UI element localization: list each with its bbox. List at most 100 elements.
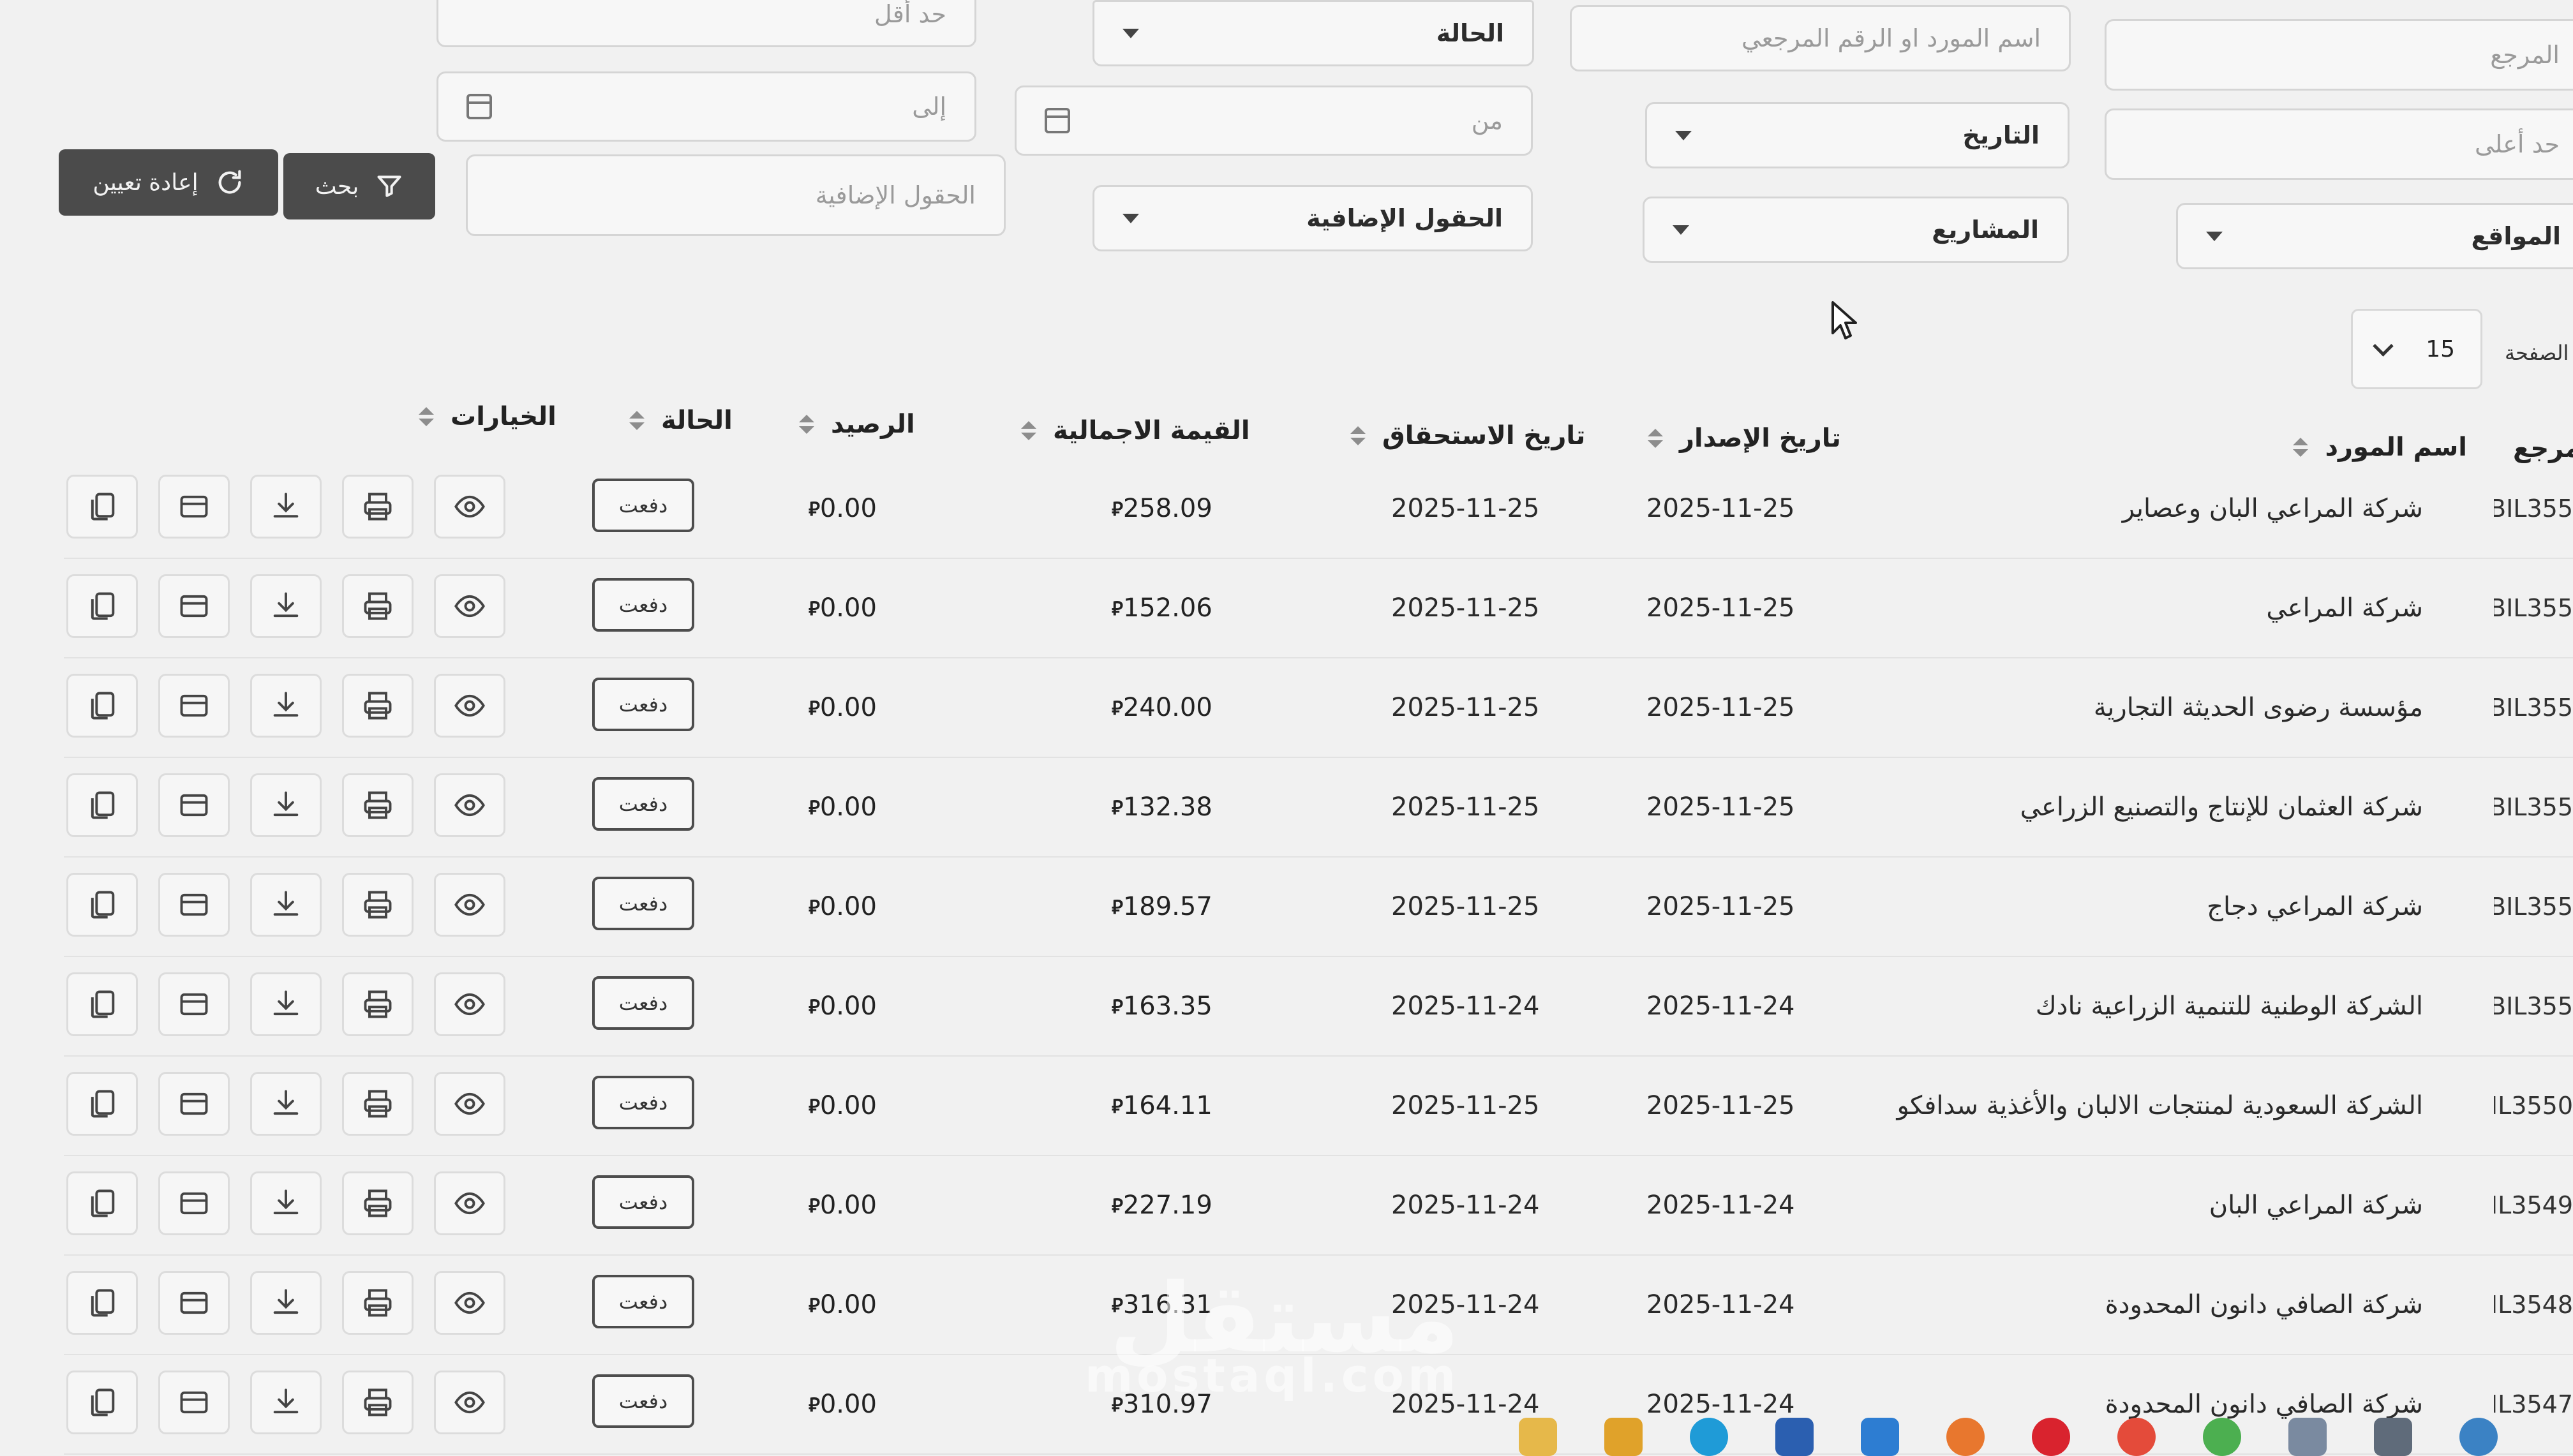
chrome-icon[interactable] (2117, 1418, 2156, 1456)
sort-icon[interactable] (1648, 429, 1663, 448)
download-button[interactable] (250, 1072, 322, 1136)
print-button[interactable] (342, 873, 414, 937)
payment-card-button[interactable] (158, 1072, 230, 1136)
view-button[interactable] (434, 972, 505, 1036)
view-button[interactable] (434, 574, 505, 638)
status-select[interactable]: الحالة (1093, 0, 1534, 66)
copy-button[interactable] (66, 1171, 138, 1235)
payment-card-button[interactable] (158, 1171, 230, 1235)
copy-button[interactable] (66, 1371, 138, 1434)
payment-card-button[interactable] (158, 873, 230, 937)
reference-filter-input[interactable]: المرجع (2105, 19, 2573, 91)
print-button[interactable] (342, 674, 414, 738)
reset-button[interactable]: إعادة تعيين (59, 149, 278, 216)
app-icon[interactable] (1604, 1418, 1643, 1456)
supplier-search-input[interactable]: اسم المورد او الرقم المرجعي (1570, 5, 2071, 71)
sort-icon[interactable] (419, 407, 434, 426)
sort-icon[interactable] (2293, 438, 2309, 457)
locations-select[interactable]: المواقع (2176, 203, 2573, 269)
copy-button[interactable] (66, 574, 138, 638)
header-issue-date[interactable]: تاريخ الإصدار (1648, 424, 1841, 453)
copy-button[interactable] (66, 1072, 138, 1136)
copy-button[interactable] (66, 1271, 138, 1335)
header-due-date[interactable]: تاريخ الاستحقاق (1350, 421, 1585, 450)
copy-button[interactable] (66, 475, 138, 539)
download-button[interactable] (250, 873, 322, 937)
download-button[interactable] (250, 972, 322, 1036)
payment-card-button[interactable] (158, 773, 230, 837)
date-select[interactable]: التاريخ (1645, 102, 2070, 168)
table-row[interactable]: BIL355 مؤسسة رضوى الحديثة التجارية 2025-11… (0, 660, 2573, 758)
calendar-icon[interactable] (1045, 108, 1070, 133)
edge-icon[interactable] (1690, 1418, 1728, 1456)
projects-select[interactable]: المشاريع (1643, 197, 2069, 263)
sort-icon[interactable] (799, 415, 814, 434)
table-row[interactable]: BIL355 شركة المراعي 2025-11-25 2025-11-25 ⃁ 1… (0, 560, 2573, 658)
download-button[interactable] (250, 475, 322, 539)
calendar-icon[interactable] (466, 94, 492, 119)
table-row[interactable]: BIL355 شركة المراعي دجاج 2025-11-25 2025-11… (0, 859, 2573, 957)
print-button[interactable] (342, 1072, 414, 1136)
app-icon[interactable] (1861, 1418, 1899, 1456)
folder-icon[interactable] (1519, 1418, 1557, 1456)
header-balance[interactable]: الرصيد (799, 410, 915, 439)
header-supplier[interactable]: اسم المورد (2293, 433, 2467, 462)
payment-card-button[interactable] (158, 1271, 230, 1335)
copy-button[interactable] (66, 972, 138, 1036)
firefox-icon[interactable] (1946, 1418, 1985, 1456)
min-amount-input[interactable]: حد أقل (436, 0, 976, 47)
sort-icon[interactable] (629, 411, 645, 430)
table-row[interactable]: BIL3548 شركة الصافي دانون المحدودة 2025-11… (0, 1257, 2573, 1355)
view-button[interactable] (434, 1271, 505, 1335)
view-button[interactable] (434, 674, 505, 738)
store-icon[interactable] (1775, 1418, 1814, 1456)
table-row[interactable]: BIL355 شركة المراعي البان وعصاير 2025-11-2… (0, 461, 2573, 559)
calculator-icon[interactable] (2288, 1418, 2327, 1456)
print-button[interactable] (342, 574, 414, 638)
copy-button[interactable] (66, 773, 138, 837)
view-button[interactable] (434, 1371, 505, 1434)
view-button[interactable] (434, 475, 505, 539)
download-button[interactable] (250, 1171, 322, 1235)
copy-button[interactable] (66, 873, 138, 937)
max-amount-input[interactable]: حد أعلى (2105, 108, 2573, 180)
print-button[interactable] (342, 773, 414, 837)
print-button[interactable] (342, 1271, 414, 1335)
payment-card-button[interactable] (158, 475, 230, 539)
header-reference[interactable]: مرجع (2513, 434, 2573, 463)
view-button[interactable] (434, 773, 505, 837)
payment-card-button[interactable] (158, 574, 230, 638)
table-row[interactable]: BIL3549 شركة المراعي البان 2025-11-24 2025-… (0, 1157, 2573, 1256)
header-total[interactable]: القيمة الاجمالية (1021, 416, 1250, 445)
download-button[interactable] (250, 773, 322, 837)
extra-fields-input[interactable]: الحقول الإضافية (466, 154, 1006, 236)
header-status[interactable]: الحالة (629, 406, 733, 435)
header-options[interactable]: الخيارات (419, 402, 556, 431)
date-from-input[interactable]: من (1015, 85, 1533, 156)
opera-icon[interactable] (2032, 1418, 2070, 1456)
payment-card-button[interactable] (158, 1371, 230, 1434)
download-button[interactable] (250, 674, 322, 738)
search-button[interactable]: بحث (283, 153, 435, 219)
table-row[interactable]: BIL355 الشركة الوطنية للتنمية الزراعية نا… (0, 958, 2573, 1057)
payment-card-button[interactable] (158, 674, 230, 738)
print-button[interactable] (342, 475, 414, 539)
date-to-input[interactable]: إلى (436, 71, 976, 142)
print-button[interactable] (342, 1371, 414, 1434)
print-button[interactable] (342, 1171, 414, 1235)
sort-icon[interactable] (1350, 426, 1366, 445)
extra-fields-select[interactable]: الحقول الإضافية (1093, 185, 1533, 251)
download-button[interactable] (250, 574, 322, 638)
whatsapp-icon[interactable] (2203, 1418, 2241, 1456)
view-button[interactable] (434, 873, 505, 937)
print-button[interactable] (342, 972, 414, 1036)
sort-icon[interactable] (1021, 421, 1036, 440)
page-size-select[interactable]: 15 (2351, 309, 2482, 389)
copy-button[interactable] (66, 674, 138, 738)
download-button[interactable] (250, 1271, 322, 1335)
app-icon[interactable] (2374, 1418, 2412, 1456)
view-button[interactable] (434, 1072, 505, 1136)
app-icon[interactable] (2459, 1418, 2498, 1456)
table-row[interactable]: BIL3550 الشركة السعودية لمنتجات الالبان و… (0, 1058, 2573, 1156)
view-button[interactable] (434, 1171, 505, 1235)
